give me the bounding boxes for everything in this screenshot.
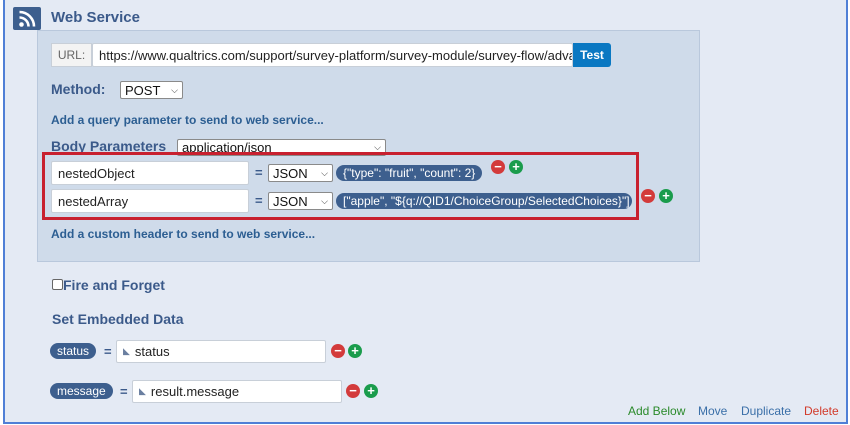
method-label: Method: bbox=[51, 81, 106, 97]
method-select[interactable]: POST ⌵ bbox=[120, 81, 183, 99]
param-key-input[interactable]: nestedArray bbox=[51, 189, 249, 213]
embedded-field-pill[interactable]: message bbox=[50, 383, 113, 399]
fire-and-forget-checkbox[interactable] bbox=[52, 279, 63, 290]
add-header-link[interactable]: Add a custom header to send to web servi… bbox=[51, 227, 315, 241]
param-value-pill[interactable]: {"type": "fruit", "count": 2} bbox=[336, 165, 483, 181]
add-icon[interactable]: + bbox=[364, 384, 378, 398]
add-below-link[interactable]: Add Below bbox=[628, 404, 685, 418]
url-input[interactable]: https://www.qualtrics.com/support/survey… bbox=[92, 43, 573, 67]
fire-and-forget-label: Fire and Forget bbox=[63, 277, 165, 293]
remove-icon[interactable]: − bbox=[331, 344, 345, 358]
remove-icon[interactable]: − bbox=[641, 189, 655, 203]
method-value: POST bbox=[125, 82, 161, 98]
add-icon[interactable]: + bbox=[509, 160, 523, 174]
delete-link[interactable]: Delete bbox=[804, 404, 839, 418]
duplicate-link[interactable]: Duplicate bbox=[741, 404, 791, 418]
add-query-link[interactable]: Add a query parameter to send to web ser… bbox=[51, 113, 324, 127]
chevron-down-icon: ⌵ bbox=[321, 195, 328, 206]
embedded-value-input[interactable]: ◣ result.message bbox=[132, 380, 342, 403]
chevron-down-icon: ⌵ bbox=[321, 167, 328, 178]
rss-icon: ◣ bbox=[139, 386, 146, 396]
rss-icon bbox=[13, 7, 41, 30]
equals-sign: = bbox=[255, 165, 263, 180]
param-type-value: JSON bbox=[273, 193, 308, 209]
test-button[interactable]: Test bbox=[573, 43, 611, 67]
move-link[interactable]: Move bbox=[698, 404, 727, 418]
chevron-down-icon: ⌵ bbox=[171, 84, 178, 95]
add-icon[interactable]: + bbox=[659, 189, 673, 203]
embedded-value: result.message bbox=[150, 384, 240, 399]
rss-icon: ◣ bbox=[123, 346, 130, 356]
remove-icon[interactable]: − bbox=[346, 384, 360, 398]
block-title: Web Service bbox=[51, 9, 140, 26]
param-type-select[interactable]: JSON ⌵ bbox=[268, 192, 333, 210]
param-value-pill[interactable]: ["apple", "${q://QID1/ChoiceGroup/Select… bbox=[336, 193, 632, 209]
param-type-value: JSON bbox=[273, 165, 308, 181]
add-icon[interactable]: + bbox=[348, 344, 362, 358]
set-embedded-data-label: Set Embedded Data bbox=[52, 311, 184, 327]
embedded-value-input[interactable]: ◣ status bbox=[116, 340, 326, 363]
param-type-select[interactable]: JSON ⌵ bbox=[268, 164, 333, 182]
equals-sign: = bbox=[255, 193, 263, 208]
param-key-input[interactable]: nestedObject bbox=[51, 161, 249, 185]
embedded-field-pill[interactable]: status bbox=[50, 343, 97, 359]
remove-icon[interactable]: − bbox=[491, 160, 505, 174]
equals-sign: = bbox=[104, 344, 112, 359]
url-label: URL: bbox=[51, 43, 92, 67]
embedded-value: status bbox=[134, 344, 170, 359]
equals-sign: = bbox=[120, 384, 128, 399]
